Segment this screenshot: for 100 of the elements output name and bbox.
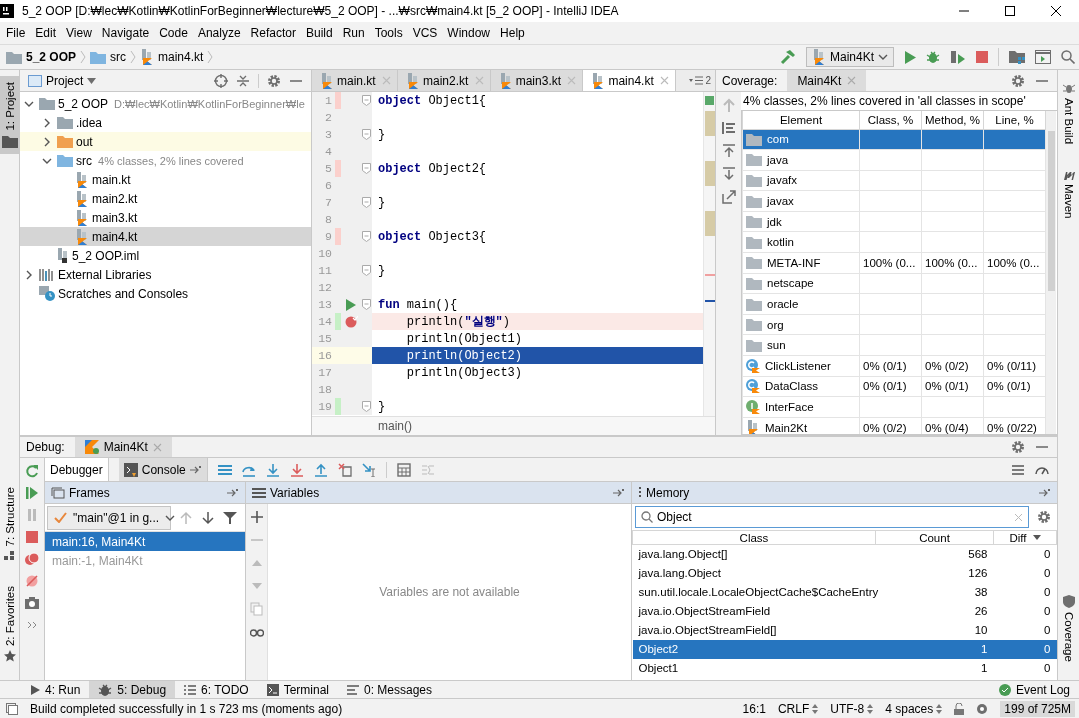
settings-icon[interactable] [1011,73,1025,88]
step-out-icon[interactable] [313,462,328,477]
debug-icon[interactable] [98,682,113,697]
column-header[interactable]: Diff [993,530,1057,545]
debugger-tab[interactable]: Debugger [45,458,109,481]
tree-item[interactable]: main.kt [20,170,311,189]
debug-icon[interactable] [926,50,940,64]
column-header[interactable]: Class, % [859,111,922,129]
tool-window-tab[interactable]: Maven [1058,164,1079,225]
column-header[interactable]: Class [632,530,876,545]
event-log-button[interactable]: Event Log [989,681,1079,698]
close-icon[interactable] [847,76,857,85]
drop-frame-icon[interactable] [337,462,352,477]
rerun-icon[interactable] [25,464,39,478]
cursor-position[interactable]: 16:1 [742,701,766,716]
tree-item[interactable]: out [20,132,311,151]
column-header[interactable]: Count [875,530,994,545]
close-window-icon[interactable] [1050,5,1062,17]
table-row[interactable]: jdk [742,211,1046,232]
breadcrumb-item[interactable]: main4.kt [158,50,204,64]
table-row[interactable]: META-INF 100% (0... 100% (0... 100% (0... [742,252,1046,274]
menu-item[interactable]: Run [337,26,370,40]
table-row[interactable]: InterFace [742,396,1046,418]
tool-window-tab[interactable]: Terminal [257,681,338,698]
tree-item[interactable]: main3.kt [20,208,311,227]
tool-window-tab[interactable]: 4: Run [22,681,90,698]
table-row[interactable]: kotlin [742,231,1046,253]
debugger-tab[interactable]: Console [118,458,208,481]
indent-selector[interactable]: 4 spaces [885,701,943,716]
editor-tab[interactable]: main.kt [312,70,398,91]
tree-item[interactable]: main4.kt [20,227,311,246]
pin-icon[interactable] [189,464,202,475]
pause-icon[interactable] [25,508,39,522]
list-icon[interactable] [1011,462,1025,477]
table-row[interactable]: java.io.ObjectStreamField[] 10 0 [632,620,1057,640]
breakpoint-icon[interactable] [344,315,358,328]
filter-icon[interactable] [223,510,237,525]
fold-marker-icon[interactable] [362,163,371,174]
editor-tab[interactable]: main3.kt [490,70,584,91]
tree-item[interactable]: Scratches and Consoles [20,284,311,303]
window-icon[interactable] [1035,50,1051,64]
menu-item[interactable]: Navigate [96,26,155,40]
fold-marker-icon[interactable] [362,197,371,208]
tab-list-icon[interactable] [689,76,704,85]
run-to-cursor-icon[interactable] [361,462,376,477]
pin-icon[interactable] [227,487,239,498]
settings-icon[interactable] [1037,510,1051,524]
menu-item[interactable]: File [1,26,31,40]
locate-icon[interactable] [214,73,228,88]
fold-marker-icon[interactable] [362,129,371,140]
evaluate-icon[interactable] [396,462,411,477]
view-breakpoints-icon[interactable] [25,552,39,566]
tree-item[interactable]: 5_2 OOP D:₩lec₩Kotlin₩KotlinForBeginner₩le [20,94,311,113]
line-separator-selector[interactable]: CRLF [777,701,819,716]
resume-icon[interactable] [25,486,39,500]
encoding-selector[interactable]: UTF-8 [830,701,874,716]
fold-marker-icon[interactable] [362,401,371,412]
mute-breakpoints-icon[interactable] [25,574,39,588]
menu-item[interactable]: Code [154,26,193,40]
run-tab[interactable]: Main4Kt [787,70,867,91]
pin-icon[interactable] [613,487,625,498]
tool-window-tab[interactable]: Coverage [1058,589,1079,668]
menu-item[interactable]: Edit [30,26,62,40]
build-hammer-icon[interactable] [779,49,796,65]
table-row[interactable]: sun [742,334,1046,356]
fold-marker-icon[interactable] [362,299,371,310]
tree-item[interactable]: .idea [20,113,311,132]
panel-title[interactable]: Project [46,73,84,88]
project-structure-icon[interactable] [1009,50,1025,64]
table-row[interactable]: oracle [742,293,1046,315]
flatten-packages-icon[interactable] [721,121,736,135]
collapse-all-icon[interactable] [236,73,250,88]
force-step-into-icon[interactable] [289,462,304,477]
editor-tab[interactable]: main2.kt [398,70,491,91]
menu-item[interactable]: Window [442,26,496,40]
stop-icon[interactable] [25,530,39,544]
table-row[interactable]: com [742,129,1046,150]
memory-indicator[interactable]: 199 of 725M [1000,700,1075,717]
pin-icon[interactable] [1039,487,1051,498]
menu-item[interactable]: Tools [369,26,408,40]
table-row[interactable]: netscape [742,273,1046,294]
tree-item[interactable]: 5_2 OOP.iml [20,246,311,265]
tool-window-tab[interactable]: 0: Messages [338,681,442,698]
menu-item[interactable]: VCS [407,26,443,40]
run-icon[interactable] [346,298,356,311]
inspector-icon[interactable] [976,702,989,715]
column-header[interactable]: Method, % [921,111,984,129]
down-arrow-icon[interactable] [201,510,215,525]
fold-marker-icon[interactable] [362,231,371,242]
column-header[interactable]: Element [742,111,860,129]
maximize-window-icon[interactable] [1004,5,1016,17]
up-arrow-icon[interactable] [179,510,193,525]
table-row[interactable]: DataClass 0% (0/1) 0% (0/1) 0% (0/1) [742,376,1046,397]
lock-icon[interactable] [954,702,965,715]
show-execution-point-icon[interactable] [217,462,232,477]
dropdown-arrow-icon[interactable] [87,77,97,84]
tool-window-tab[interactable]: Ant Build [1058,76,1079,151]
settings-icon[interactable] [1011,440,1025,454]
settings-icon[interactable] [267,73,281,88]
table-row[interactable]: ClickListener 0% (0/1) 0% (0/2) 0% (0/11) [742,355,1046,377]
